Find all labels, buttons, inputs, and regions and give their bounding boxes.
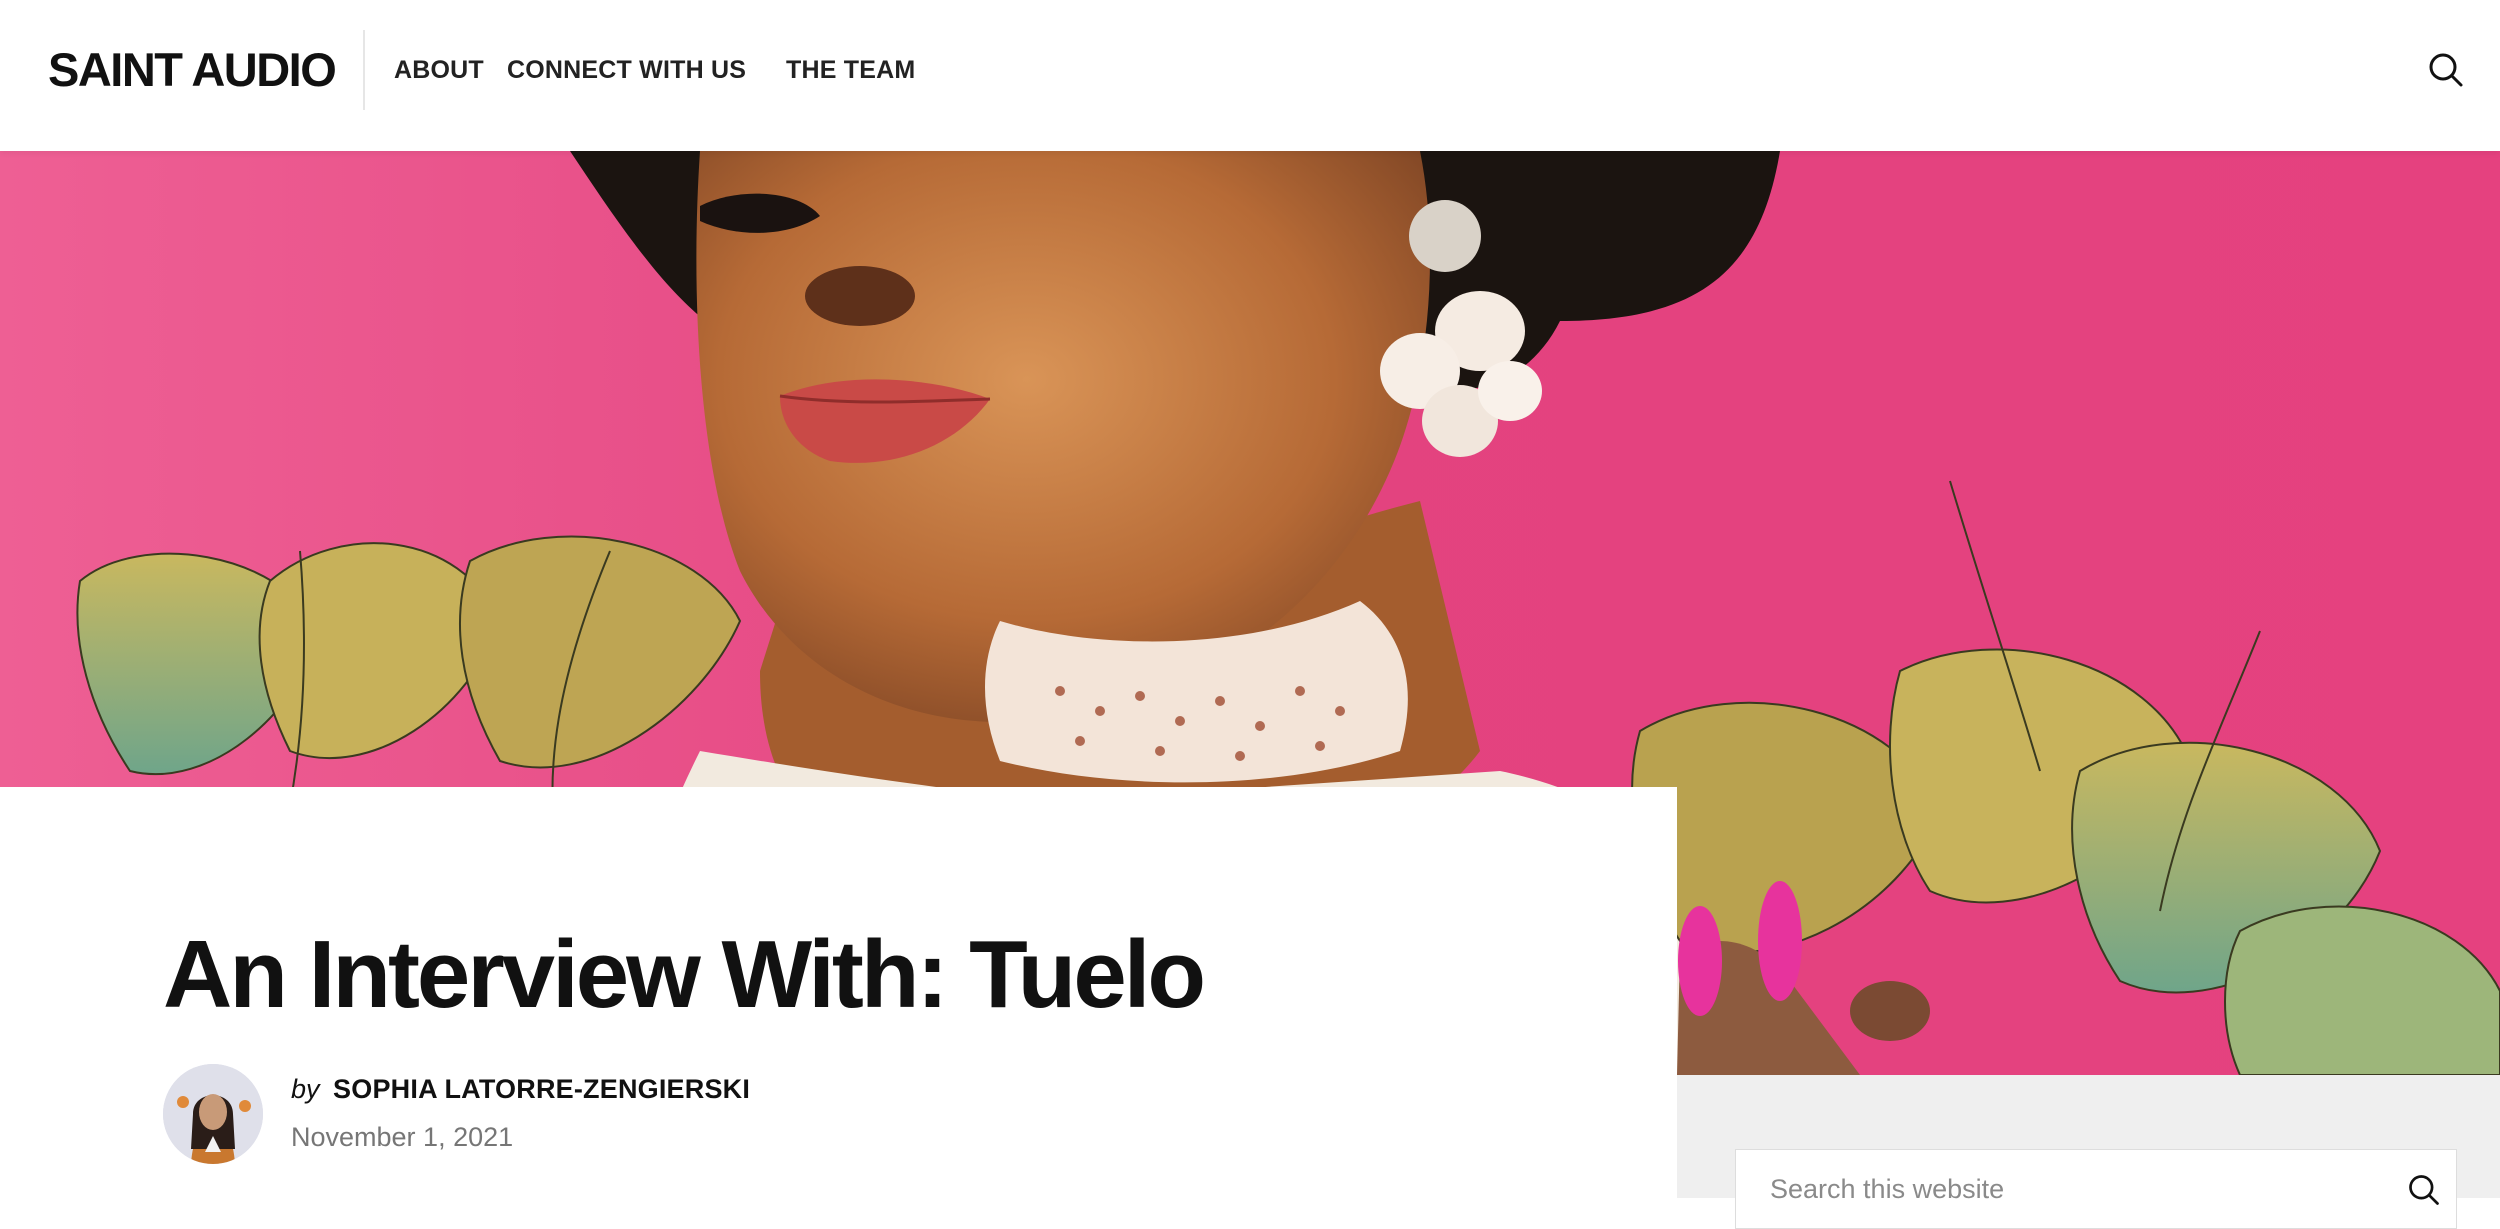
site-logo[interactable]: SAINT AUDIO — [48, 38, 337, 102]
sidebar-search-input[interactable] — [1736, 1150, 2376, 1228]
author-link[interactable]: SOPHIA LATORRE-ZENGIERSKI — [333, 1074, 750, 1104]
search-icon — [2409, 1175, 2439, 1205]
article-title: An Interview With: Tuelo — [163, 921, 1206, 1028]
sidebar — [1677, 1075, 2500, 1229]
search-icon — [2429, 53, 2463, 87]
site-header: SAINT AUDIO ABOUT CONNECT WITH US THE TE… — [0, 0, 2500, 151]
sidebar-search-button[interactable] — [2406, 1172, 2442, 1208]
header-search-button[interactable] — [2426, 50, 2466, 90]
nav-item-about[interactable]: ABOUT — [394, 52, 484, 88]
header-divider — [363, 30, 365, 110]
byline-prefix: by — [291, 1074, 320, 1104]
author-avatar[interactable] — [163, 1064, 263, 1164]
avatar-image — [163, 1064, 263, 1164]
byline: by SOPHIA LATORRE-ZENGIERSKI — [291, 1069, 750, 1109]
article-header: An Interview With: Tuelo by SOPHIA LATOR… — [0, 787, 1677, 1198]
sidebar-search-form — [1735, 1149, 2457, 1229]
nav-item-the-team[interactable]: THE TEAM — [786, 52, 915, 88]
nav-item-connect-with-us[interactable]: CONNECT WITH US — [507, 52, 746, 88]
post-date: November 1, 2021 — [291, 1122, 514, 1152]
